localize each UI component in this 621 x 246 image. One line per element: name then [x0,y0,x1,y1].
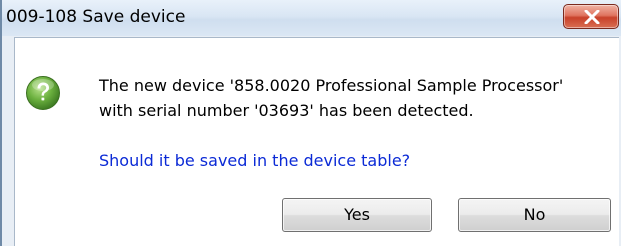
no-button[interactable]: No [458,198,611,232]
title-bar[interactable]: 009-108 Save device [2,0,621,36]
close-icon [584,10,600,24]
question-icon [26,76,60,110]
dialog-body: The new device '858.0020 Professional Sa… [14,37,619,246]
close-button[interactable] [563,4,619,29]
window-title: 009-108 Save device [6,7,186,27]
message-line-2: with serial number '03693' has been dete… [99,101,474,120]
save-device-dialog: 009-108 Save device The new device '858.… [0,0,621,246]
yes-button[interactable]: Yes [282,198,432,232]
message-line-1: The new device '858.0020 Professional Sa… [99,76,564,95]
instruction-text: Should it be saved in the device table? [99,151,411,170]
